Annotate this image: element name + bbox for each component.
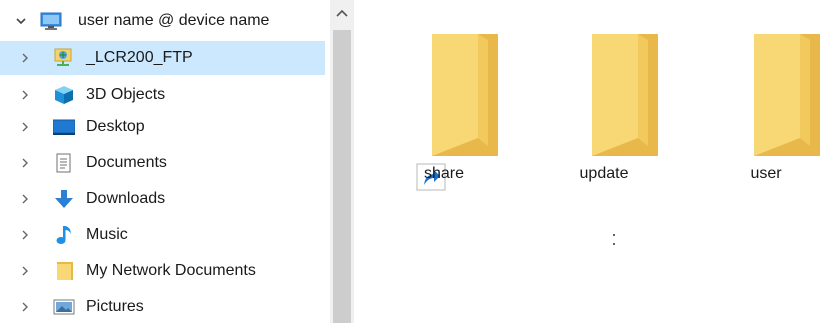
- folder-icon: [432, 34, 498, 156]
- nav-item-desktop[interactable]: Desktop: [0, 110, 325, 144]
- chevron-down-icon[interactable]: [14, 14, 28, 28]
- chevron-right-icon[interactable]: [18, 300, 32, 314]
- nav-item-device[interactable]: user name @ device name: [0, 4, 325, 38]
- folder-name: user: [750, 165, 782, 182]
- folder-item-user[interactable]: user: [706, 28, 826, 198]
- downloads-icon: [55, 190, 73, 208]
- nav-item-label: Documents: [86, 154, 167, 171]
- music-icon: [56, 226, 71, 244]
- chevron-right-icon[interactable]: [18, 228, 32, 242]
- scroll-up-arrow-icon[interactable]: [330, 0, 354, 28]
- documents-icon: [56, 153, 71, 173]
- nav-item-label: Pictures: [86, 298, 144, 315]
- file-explorer-window: user name @ device name _LCR200_FTP 3D O…: [0, 0, 826, 323]
- desktop-icon: [53, 119, 75, 135]
- nav-scrollbar[interactable]: [330, 0, 354, 323]
- content-pane: share update user: [356, 0, 826, 323]
- folder-name: update: [579, 165, 629, 182]
- nav-item-lcr200-ftp[interactable]: _LCR200_FTP: [0, 41, 325, 75]
- nav-item-my-network-documents[interactable]: My Network Documents: [0, 254, 325, 288]
- folder-item-update[interactable]: update: [544, 28, 664, 198]
- folder-item-share[interactable]: share: [384, 28, 504, 198]
- nav-item-label: 3D Objects: [86, 86, 166, 103]
- nav-item-downloads[interactable]: Downloads: [0, 182, 325, 216]
- navigation-pane: user name @ device name _LCR200_FTP 3D O…: [0, 0, 330, 323]
- nav-item-label: Downloads: [86, 190, 166, 207]
- computer-icon: [40, 12, 62, 30]
- chevron-right-icon[interactable]: [18, 120, 32, 134]
- scrollbar-thumb[interactable]: [333, 30, 351, 323]
- nav-item-label: _LCR200_FTP: [86, 49, 193, 66]
- folder-name: share: [423, 165, 465, 182]
- nav-item-3d-objects[interactable]: 3D Objects: [0, 78, 325, 112]
- pictures-icon: [53, 299, 75, 315]
- nav-item-documents[interactable]: Documents: [0, 146, 325, 180]
- folder-icon: [754, 34, 820, 156]
- nav-item-pictures[interactable]: Pictures: [0, 290, 325, 323]
- chevron-right-icon[interactable]: [18, 51, 32, 65]
- nav-item-label: My Network Documents: [86, 262, 256, 279]
- nav-device-label: user name @ device name: [78, 12, 270, 29]
- nav-item-label: Music: [86, 226, 128, 243]
- folder-icon: [592, 34, 658, 156]
- nav-item-music[interactable]: Music: [0, 218, 325, 252]
- focus-dots: [613, 234, 615, 245]
- chevron-right-icon[interactable]: [18, 156, 32, 170]
- nav-item-label: Desktop: [86, 118, 145, 135]
- network-drive-icon: [54, 48, 72, 66]
- chevron-right-icon[interactable]: [18, 264, 32, 278]
- chevron-right-icon[interactable]: [18, 192, 32, 206]
- chevron-right-icon[interactable]: [18, 88, 32, 102]
- folder-icon: [57, 262, 73, 280]
- 3d-objects-icon: [55, 86, 73, 104]
